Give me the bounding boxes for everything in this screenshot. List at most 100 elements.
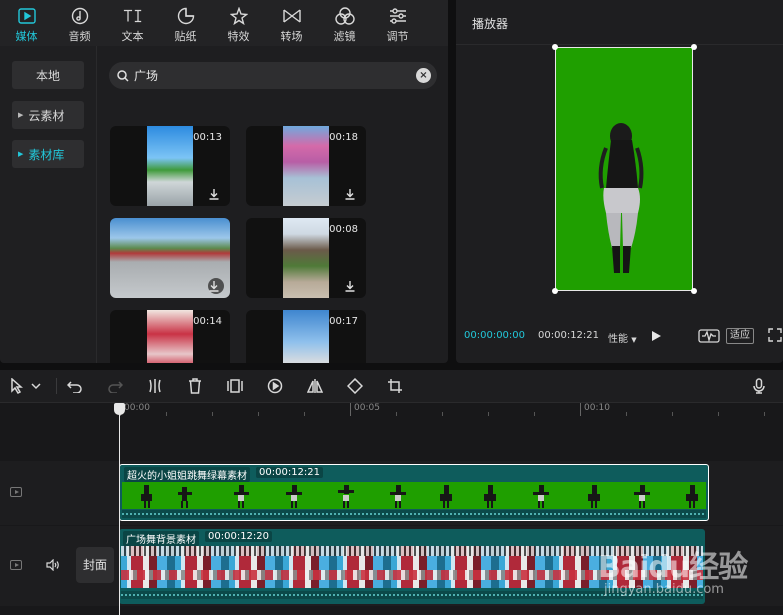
- redo-button[interactable]: [106, 377, 124, 395]
- ruler-tick: [718, 412, 719, 416]
- canvas-handle[interactable]: [691, 288, 697, 294]
- download-icon[interactable]: [208, 280, 220, 292]
- ruler-tick: [626, 412, 627, 416]
- ruler-tick: [212, 412, 213, 416]
- tab-label: 调节: [386, 30, 409, 43]
- tab-sticker[interactable]: 贴纸: [159, 0, 212, 46]
- record-voice-button[interactable]: [750, 377, 768, 395]
- ruler-tick: [350, 403, 351, 416]
- ruler-tick: [672, 412, 673, 416]
- rotate-button[interactable]: [346, 377, 364, 395]
- speaker-icon[interactable]: [46, 559, 60, 571]
- tab-text[interactable]: 文本: [106, 0, 159, 46]
- select-dropdown[interactable]: [30, 377, 42, 395]
- media-thumbnail[interactable]: [110, 218, 230, 298]
- crop-button[interactable]: [386, 377, 404, 395]
- ruler-tick: [488, 412, 489, 416]
- nav-local[interactable]: 本地: [12, 61, 84, 89]
- media-side-nav: 本地 ▶ 云素材 ▶ 素材库: [0, 46, 97, 363]
- thumbnail-image: [147, 310, 193, 363]
- tab-transition[interactable]: 转场: [265, 0, 318, 46]
- performance-label: 性能: [608, 334, 628, 345]
- divider: [456, 44, 783, 45]
- ruler-tick: [258, 412, 259, 416]
- video-track-icon: [10, 560, 22, 570]
- download-icon[interactable]: [208, 188, 220, 200]
- search-box: ×: [109, 62, 437, 89]
- rotate-icon: [347, 378, 363, 394]
- performance-dropdown[interactable]: 性能 ▼: [608, 330, 637, 345]
- nav-local-label: 本地: [35, 68, 60, 83]
- clear-search-button[interactable]: ×: [416, 68, 431, 83]
- play-button[interactable]: [650, 330, 662, 342]
- nav-cloud-label: 云素材: [28, 108, 65, 123]
- freeze-button[interactable]: [226, 377, 244, 395]
- tab-audio[interactable]: 音频: [53, 0, 106, 46]
- media-thumbnail[interactable]: 00:17: [246, 310, 366, 363]
- ruler-tick: [580, 403, 581, 416]
- redo-icon: [108, 381, 123, 393]
- preview-canvas[interactable]: [555, 47, 693, 291]
- thumbnail-duration: 00:14: [193, 316, 222, 327]
- ruler-label: 00:05: [354, 403, 380, 413]
- clip-duration: 00:00:12:21: [256, 467, 324, 478]
- tab-effects[interactable]: 特效: [212, 0, 265, 46]
- playhead[interactable]: [119, 403, 120, 615]
- tab-label: 音频: [68, 30, 91, 43]
- undo-button[interactable]: [66, 377, 84, 395]
- fit-button[interactable]: 适应: [726, 328, 754, 344]
- mirror-icon: [307, 379, 323, 393]
- sticker-icon: [176, 6, 196, 26]
- fit-label: 适应: [730, 330, 750, 341]
- ruler-tick: [304, 412, 305, 416]
- nav-library[interactable]: ▶ 素材库: [12, 140, 84, 168]
- video-track-icon: [10, 487, 22, 497]
- tab-label: 滤镜: [333, 30, 356, 43]
- tab-label: 转场: [280, 30, 303, 43]
- cover-label: 封面: [82, 558, 107, 572]
- select-tool-button[interactable]: [8, 377, 26, 395]
- thumbnail-image: [147, 126, 193, 206]
- category-tabs: 媒体 音频 文本 贴纸 特效 转场 滤镜 调节: [0, 0, 448, 46]
- clip-name: 超火的小姐姐跳舞绿幕素材: [124, 467, 250, 482]
- ruler-tick: [442, 412, 443, 416]
- media-thumbnail[interactable]: 00:14: [110, 310, 230, 363]
- reverse-button[interactable]: [266, 377, 284, 395]
- canvas-handle[interactable]: [552, 288, 558, 294]
- total-time: 00:00:12:21: [538, 330, 600, 341]
- media-thumbnail[interactable]: 00:08: [246, 218, 366, 298]
- baidu-watermark: Baidu经验 jingyan.baidu.com: [598, 528, 778, 608]
- microphone-icon: [753, 378, 765, 394]
- fullscreen-icon[interactable]: [768, 328, 782, 342]
- overlay-clip[interactable]: 超火的小姐姐跳舞绿幕素材 00:00:12:21: [119, 464, 709, 521]
- player-title: 播放器: [472, 17, 509, 31]
- cover-button[interactable]: 封面: [76, 547, 114, 583]
- search-input[interactable]: [134, 68, 394, 83]
- ruler-tick: [396, 412, 397, 416]
- divider: [56, 378, 57, 394]
- crop-icon: [388, 379, 402, 393]
- media-thumbnail[interactable]: 00:18: [246, 126, 366, 206]
- nav-library-label: 素材库: [28, 147, 65, 162]
- clip-name: 广场舞背景素材: [123, 531, 199, 546]
- split-button[interactable]: [146, 377, 164, 395]
- caret-down-icon: ▼: [631, 336, 637, 344]
- tab-adjust[interactable]: 调节: [371, 0, 424, 46]
- download-icon[interactable]: [344, 280, 356, 292]
- media-icon: [17, 6, 37, 26]
- freeze-frame-icon: [227, 379, 243, 393]
- waveform-icon[interactable]: [698, 329, 720, 343]
- tab-filter[interactable]: 滤镜: [318, 0, 371, 46]
- mirror-button[interactable]: [306, 377, 324, 395]
- tab-media[interactable]: 媒体: [0, 0, 53, 46]
- delete-button[interactable]: [186, 377, 204, 395]
- tab-label: 贴纸: [174, 30, 197, 43]
- media-thumbnail[interactable]: 00:13: [110, 126, 230, 206]
- dancer-frames: [141, 485, 698, 508]
- download-icon[interactable]: [344, 188, 356, 200]
- canvas-handle[interactable]: [691, 44, 697, 50]
- thumbnail-image: [283, 126, 329, 206]
- canvas-handle[interactable]: [552, 44, 558, 50]
- nav-cloud[interactable]: ▶ 云素材: [12, 101, 84, 129]
- clip-duration: 00:00:12:20: [205, 531, 273, 542]
